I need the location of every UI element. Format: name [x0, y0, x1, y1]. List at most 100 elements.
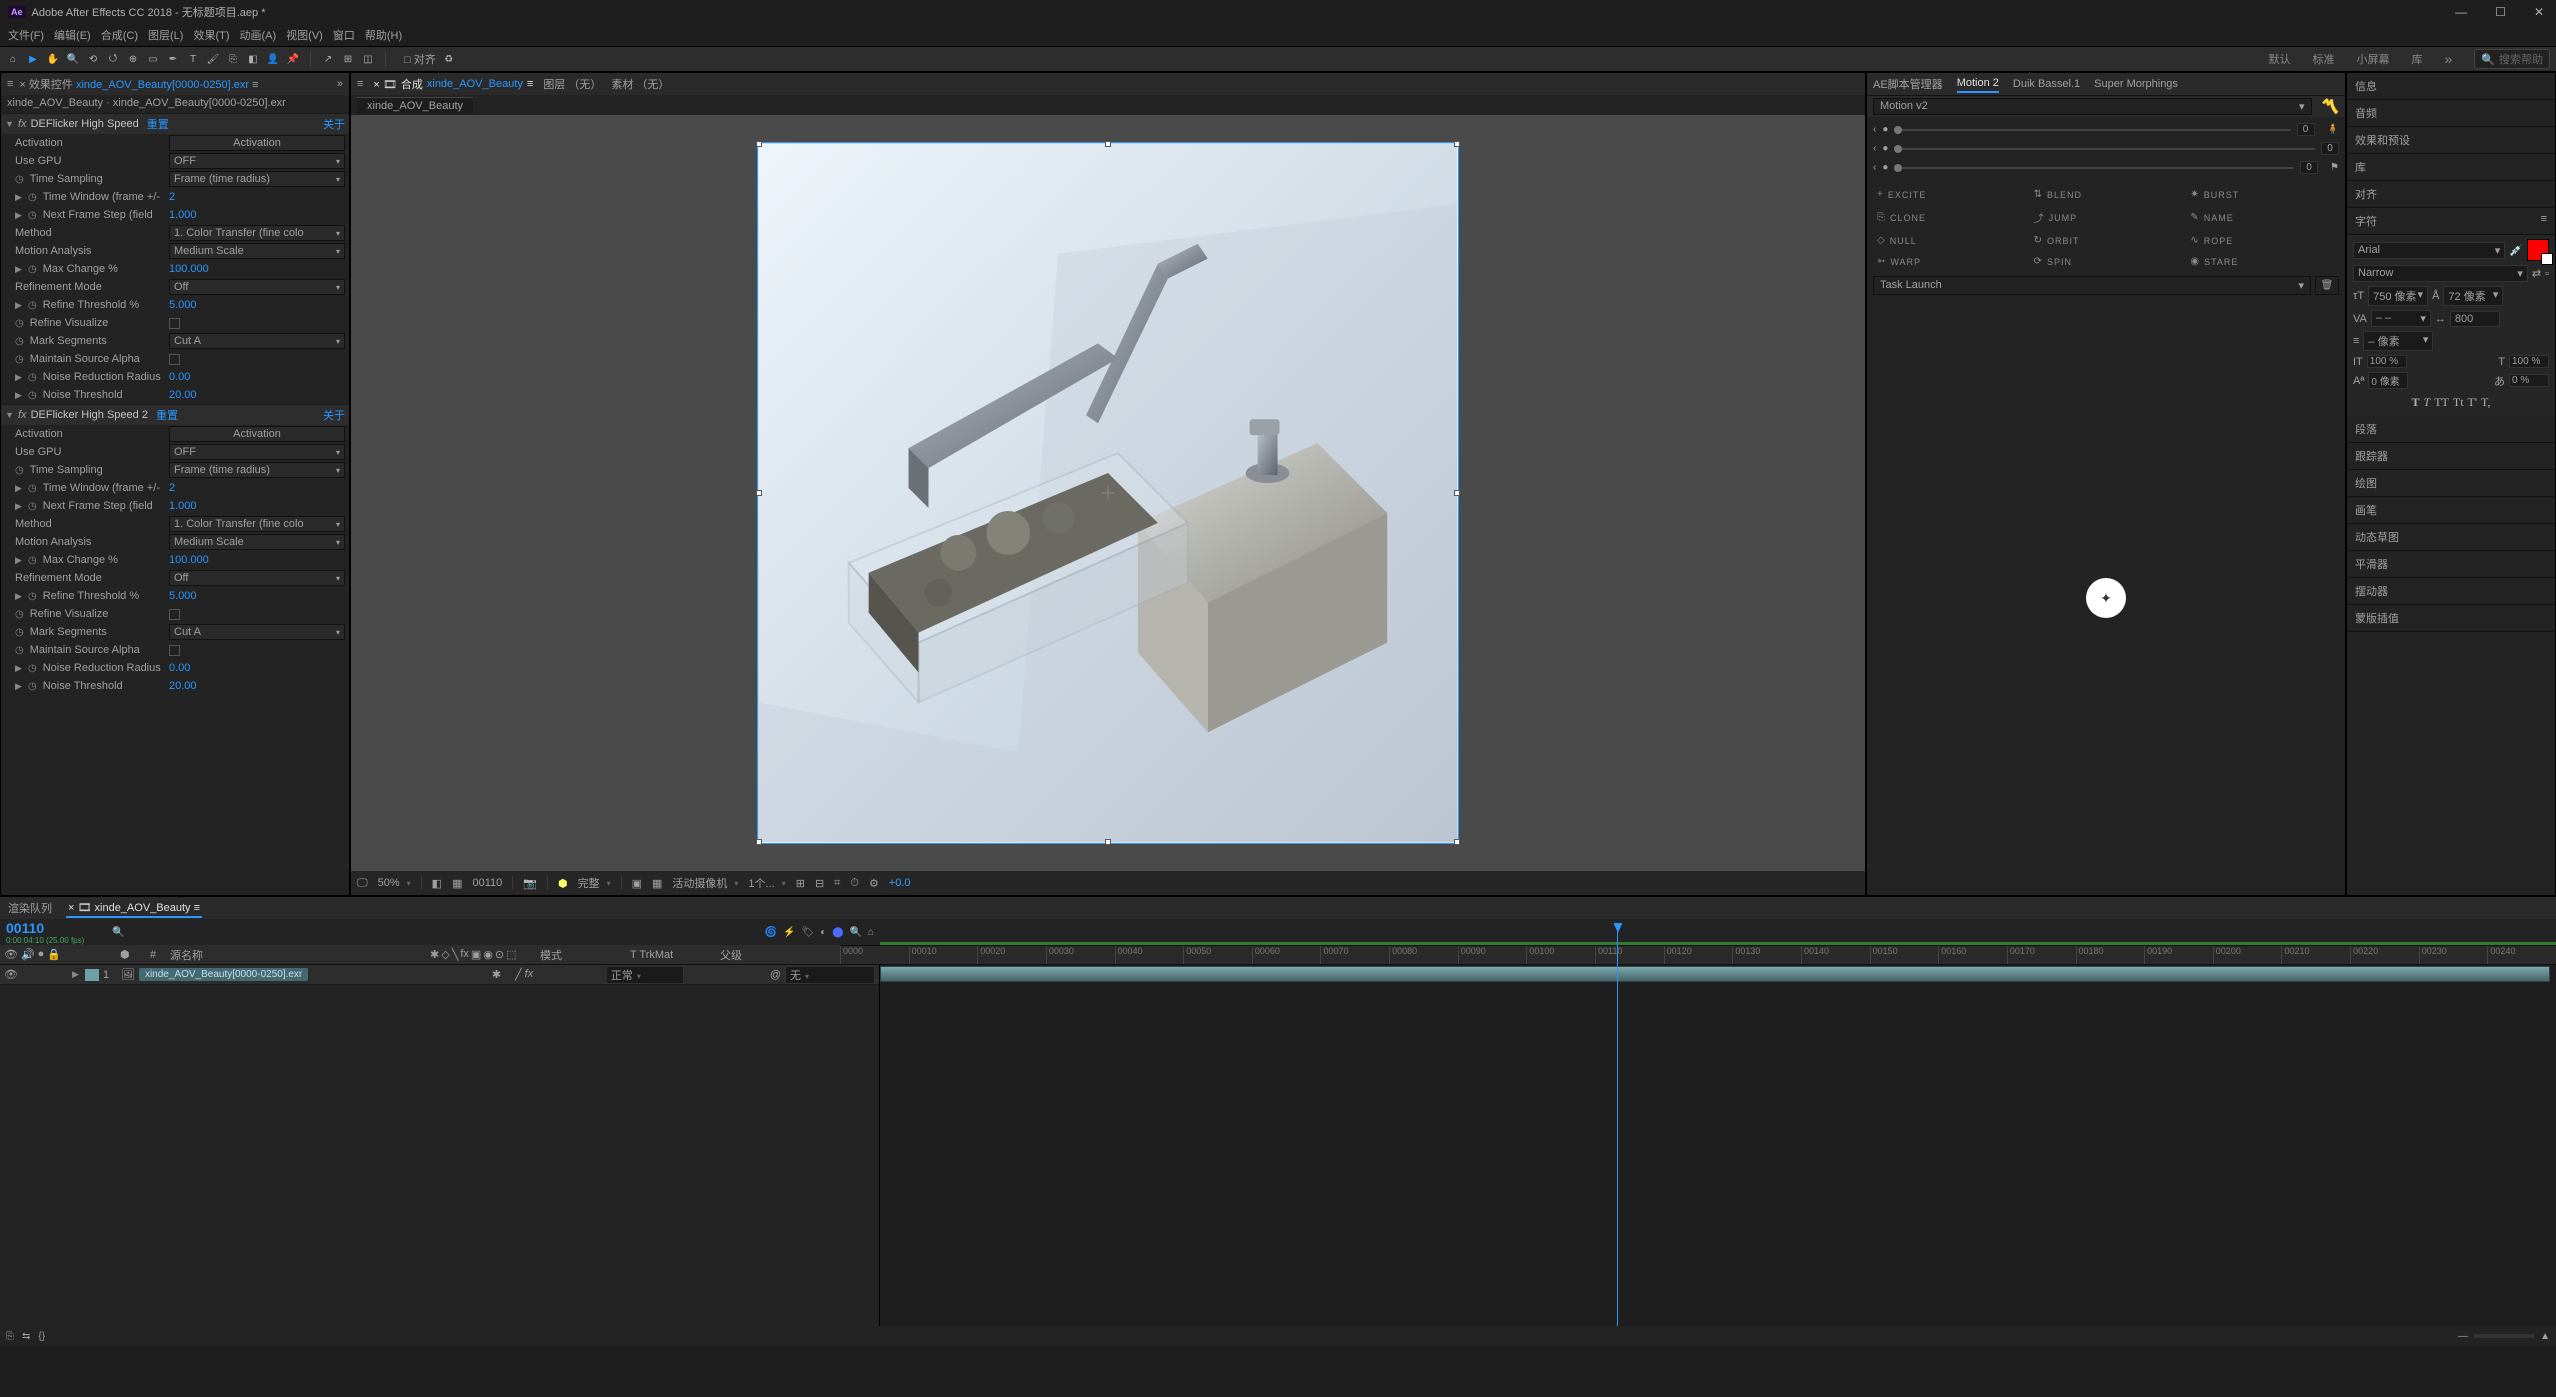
rotate-tool-icon[interactable]: ⭯: [106, 52, 120, 66]
property-value[interactable]: 2: [169, 482, 175, 494]
panel-tracker[interactable]: 跟踪器: [2347, 443, 2555, 470]
twirl-icon[interactable]: ▶: [15, 555, 24, 566]
col-switch-7[interactable]: ⊙: [495, 948, 504, 961]
property-dropdown[interactable]: Medium Scale▾: [169, 243, 345, 259]
property-dropdown[interactable]: Medium Scale▾: [169, 534, 345, 550]
tl-icon-6[interactable]: 🔍: [850, 927, 862, 938]
tab-duik[interactable]: Duik Bassel.1: [2013, 76, 2080, 92]
panel-library[interactable]: 库: [2347, 154, 2555, 181]
slider-3[interactable]: ‹● 0 ⚑: [1873, 161, 2339, 174]
snap-toggle[interactable]: □ 对齐: [404, 51, 436, 67]
property-dropdown[interactable]: Cut A▾: [169, 624, 345, 640]
twirl-icon[interactable]: ▶: [15, 264, 24, 275]
tl-icon-5[interactable]: ⬤: [832, 927, 843, 938]
slider-prev-icon[interactable]: ‹: [1873, 124, 1876, 135]
twirl-icon[interactable]: ▶: [15, 681, 24, 692]
layer-sw-quality[interactable]: ╱: [515, 968, 522, 981]
stopwatch-icon[interactable]: [28, 482, 39, 494]
motion-tool-rope[interactable]: ∿ROPE: [2186, 232, 2339, 249]
property-dropdown[interactable]: 1. Color Transfer (fine colo▾: [169, 225, 345, 241]
tl-icon-2[interactable]: ⚡: [783, 927, 795, 938]
orbit-tool-icon[interactable]: ⟲: [86, 52, 100, 66]
fx-about-link[interactable]: 关于: [323, 407, 345, 423]
smallcaps-button[interactable]: Tt: [2453, 395, 2464, 410]
stopwatch-icon[interactable]: [28, 299, 39, 311]
toggle-switches-icon[interactable]: ⎘: [6, 1331, 14, 1342]
panel-brushes[interactable]: 画笔: [2347, 497, 2555, 524]
tab-render-queue[interactable]: 渲染队列: [6, 898, 54, 918]
stopwatch-icon[interactable]: [15, 464, 26, 476]
col-switch-2[interactable]: ◇: [441, 948, 449, 961]
property-dropdown[interactable]: 1. Color Transfer (fine colo▾: [169, 516, 345, 532]
zoom-in-icon[interactable]: ▲: [2540, 1331, 2550, 1342]
motion-tool-spin[interactable]: ⟳SPIN: [2030, 253, 2183, 270]
stopwatch-icon[interactable]: [15, 644, 26, 656]
tl-icon-1[interactable]: 🌀: [765, 927, 777, 938]
workspace-smallscreen[interactable]: 小屏幕: [2357, 51, 2390, 67]
roi-icon[interactable]: ▣: [632, 877, 642, 890]
col-visibility-icon[interactable]: 👁: [4, 948, 18, 961]
col-solo-icon[interactable]: ●: [38, 948, 45, 961]
col-switch-6[interactable]: ◉: [483, 948, 493, 961]
safe-icon[interactable]: ⌗: [834, 877, 840, 890]
property-dropdown[interactable]: Frame (time radius)▾: [169, 462, 345, 478]
property-value[interactable]: 1.000: [169, 500, 197, 512]
layer-parent-dropdown[interactable]: 无: [785, 966, 875, 984]
eraser-tool-icon[interactable]: ◧: [246, 52, 260, 66]
motion-tool-blend[interactable]: ⇅BLEND: [2030, 186, 2183, 203]
stopwatch-icon[interactable]: [15, 335, 26, 347]
property-value[interactable]: 20.00: [169, 680, 197, 692]
workspace-standard[interactable]: 标准: [2313, 51, 2335, 67]
roto-tool-icon[interactable]: 👤: [266, 52, 280, 66]
twirl-icon[interactable]: ▶: [15, 501, 24, 512]
stopwatch-icon[interactable]: [28, 500, 39, 512]
panel-overflow-icon[interactable]: »: [337, 78, 343, 90]
timecode-icon[interactable]: ⏱: [850, 877, 859, 890]
twirl-icon[interactable]: ▶: [15, 663, 24, 674]
layer-mode-dropdown[interactable]: 正常: [606, 966, 684, 984]
motion-tool-null[interactable]: ◇NULL: [1873, 232, 2026, 249]
task-launch-dropdown[interactable]: Task Launch▾: [1873, 276, 2311, 295]
shape-tool-icon[interactable]: ▭: [146, 52, 160, 66]
current-frame[interactable]: 00110: [472, 877, 502, 889]
current-timecode[interactable]: 00110: [6, 920, 84, 936]
tab-script-manager[interactable]: AE脚本管理器: [1873, 74, 1943, 94]
panel-wiggler[interactable]: 摆动器: [2347, 578, 2555, 605]
layer-twirl[interactable]: ▶: [72, 969, 81, 980]
col-mode[interactable]: 模式: [540, 947, 630, 963]
snapshot-icon[interactable]: 📷: [523, 877, 537, 890]
panel-grip-icon[interactable]: ≡: [7, 78, 13, 90]
menu-edit[interactable]: 编辑(E): [54, 27, 91, 43]
transparency-grid-icon[interactable]: ▦: [652, 877, 662, 890]
channel-icon[interactable]: ⬢: [558, 877, 568, 890]
fx-header[interactable]: ▼ fx DEFlicker High Speed 2 重置 关于: [1, 404, 349, 425]
property-value[interactable]: 1.000: [169, 209, 197, 221]
stopwatch-icon[interactable]: [28, 680, 39, 692]
panel-motion-sketch[interactable]: 动态草图: [2347, 524, 2555, 551]
property-dropdown[interactable]: Cut A▾: [169, 333, 345, 349]
tl-icon-3[interactable]: 🏷: [802, 927, 815, 938]
stroke-color-swatch[interactable]: [2541, 253, 2553, 265]
col-trkmat[interactable]: T TrkMat: [630, 949, 720, 961]
twirl-icon[interactable]: ▶: [15, 390, 24, 401]
local-axis-icon[interactable]: ↗: [321, 52, 335, 66]
maximize-button[interactable]: ☐: [2491, 5, 2510, 19]
menu-layer[interactable]: 图层(L): [148, 27, 183, 43]
property-value[interactable]: 20.00: [169, 389, 197, 401]
property-checkbox[interactable]: [169, 318, 180, 329]
fx-reset-link[interactable]: 重置: [156, 407, 178, 423]
stopwatch-icon[interactable]: [28, 209, 39, 221]
stopwatch-icon[interactable]: [28, 191, 39, 203]
motion-tool-burst[interactable]: ✷BURST: [2186, 186, 2339, 203]
selection-tool-icon[interactable]: ▶: [26, 52, 40, 66]
parent-pickwhip-icon[interactable]: @: [770, 969, 781, 981]
layer-name[interactable]: xinde_AOV_Beauty[0000-0250].exr: [139, 968, 308, 981]
twirl-icon[interactable]: ▶: [15, 210, 24, 221]
fx-header[interactable]: ▼ fx DEFlicker High Speed 重置 关于: [1, 113, 349, 134]
stopwatch-icon[interactable]: [28, 554, 39, 566]
effect-controls-tab[interactable]: × 效果控件 xinde_AOV_Beauty[0000-0250].exr ≡: [19, 76, 258, 92]
menu-animation[interactable]: 动画(A): [240, 27, 277, 43]
tl-icon-7[interactable]: ⌂: [868, 927, 874, 938]
col-source-name[interactable]: 源名称: [170, 947, 430, 963]
motion-tool-name[interactable]: ✎NAME: [2186, 207, 2339, 228]
